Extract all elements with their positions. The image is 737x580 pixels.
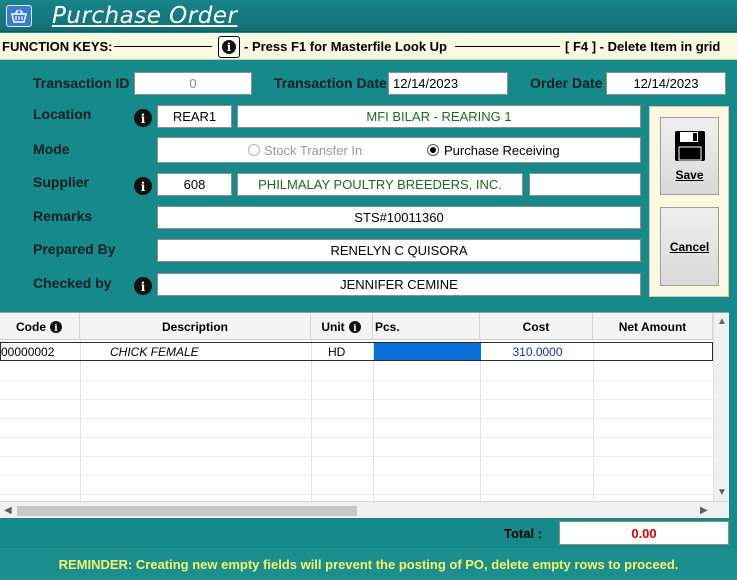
- save-button[interactable]: Save: [660, 117, 719, 195]
- info-icon: i: [50, 320, 62, 334]
- total-value: 0.00: [559, 521, 729, 545]
- cell-code[interactable]: 00000002: [1, 343, 80, 360]
- row-divider: [0, 399, 713, 400]
- column-divider: [593, 340, 594, 501]
- transaction-date-label: Transaction Date: [274, 75, 387, 91]
- column-header-cost[interactable]: Cost: [480, 313, 593, 340]
- save-label: Save: [675, 168, 704, 182]
- basket-icon: [6, 5, 32, 27]
- cell-net-amount[interactable]: [594, 343, 712, 360]
- cell-description[interactable]: CHICK FEMALE: [110, 343, 310, 360]
- title-bar: Purchase Order: [0, 0, 737, 32]
- column-header-pcs[interactable]: Pcs.: [373, 313, 480, 340]
- info-icon[interactable]: i: [218, 36, 240, 58]
- supplier-code-field[interactable]: 608: [157, 173, 232, 196]
- checked-by-label: Checked by: [33, 275, 112, 291]
- total-label: Total :: [504, 526, 543, 541]
- column-header-description[interactable]: Description: [80, 313, 311, 340]
- order-date-field[interactable]: 12/14/2023: [606, 72, 726, 95]
- svg-text:i: i: [353, 324, 357, 334]
- purchase-receiving-radio[interactable]: [427, 144, 439, 156]
- function-keys-label: FUNCTION KEYS:: [2, 39, 113, 54]
- row-divider: [0, 475, 713, 476]
- mode-group: Stock Transfer In Purchase Receiving: [157, 137, 641, 163]
- supplier-name-field: PHILMALAY POULTRY BREEDERS, INC.: [237, 173, 523, 196]
- column-header-net-amount[interactable]: Net Amount: [593, 313, 713, 340]
- info-icon: i: [348, 320, 361, 334]
- row-divider: [0, 437, 713, 438]
- svg-text:i: i: [141, 112, 146, 126]
- scroll-left-icon[interactable]: ◀: [4, 505, 12, 516]
- supplier-extra-field[interactable]: [529, 173, 641, 196]
- cell-pcs-selected[interactable]: [374, 343, 481, 360]
- supplier-label: Supplier: [33, 174, 90, 190]
- reminder-message: REMINDER: Creating new empty fields will…: [0, 548, 737, 580]
- checked-by-field[interactable]: JENNIFER CEMINE: [157, 273, 641, 296]
- transaction-id-field[interactable]: 0: [134, 72, 252, 95]
- checked-by-info-icon[interactable]: i: [134, 277, 152, 295]
- cell-unit[interactable]: HD: [328, 343, 368, 360]
- svg-text:i: i: [54, 324, 58, 334]
- order-date-label: Order Date: [530, 75, 603, 91]
- items-grid[interactable]: Code i Description Unit i Pcs. Cost Net …: [0, 312, 729, 518]
- location-info-icon[interactable]: i: [134, 109, 152, 127]
- transaction-date-field[interactable]: 12/14/2023: [388, 72, 508, 95]
- location-label: Location: [33, 106, 92, 122]
- floppy-disk-icon: [674, 131, 705, 161]
- divider: [455, 46, 560, 47]
- cancel-label: Cancel: [669, 239, 710, 254]
- horizontal-scrollbar[interactable]: ◀ ▶: [0, 501, 729, 518]
- column-header-unit[interactable]: Unit i: [311, 313, 373, 340]
- column-divider: [311, 340, 312, 501]
- row-divider: [0, 456, 713, 457]
- cell-cost[interactable]: 310.0000: [482, 343, 593, 360]
- window-title: Purchase Order: [52, 3, 238, 29]
- svg-text:i: i: [141, 180, 146, 194]
- purchase-receiving-label: Purchase Receiving: [444, 143, 560, 158]
- remarks-label: Remarks: [33, 208, 93, 224]
- supplier-info-icon[interactable]: i: [134, 177, 152, 195]
- f1-hint: - Press F1 for Masterfile Look Up: [244, 39, 447, 54]
- scroll-up-icon[interactable]: ▲: [717, 316, 727, 327]
- row-divider: [0, 380, 713, 381]
- column-header-code[interactable]: Code i: [0, 313, 80, 340]
- prepared-by-label: Prepared By: [33, 241, 116, 257]
- stock-transfer-radio[interactable]: [248, 144, 260, 156]
- svg-text:i: i: [141, 280, 146, 294]
- action-panel: Save Cancel: [649, 106, 729, 297]
- transaction-id-label: Transaction ID: [33, 75, 130, 91]
- scroll-thumb[interactable]: [17, 506, 357, 516]
- mode-label: Mode: [33, 141, 70, 157]
- scroll-down-icon[interactable]: ▼: [717, 487, 727, 498]
- cancel-button[interactable]: Cancel: [660, 207, 719, 286]
- grid-header: Code i Description Unit i Pcs. Cost Net …: [0, 313, 713, 340]
- row-divider: [0, 418, 713, 419]
- location-code-field[interactable]: REAR1: [157, 105, 232, 128]
- scroll-right-icon[interactable]: ▶: [700, 505, 708, 516]
- location-name-field: MFI BILAR - REARING 1: [237, 105, 641, 128]
- divider: [114, 46, 212, 47]
- f4-hint: [ F4 ] - Delete Item in grid: [565, 39, 721, 54]
- column-divider: [80, 340, 81, 501]
- row-divider: [0, 494, 713, 495]
- vertical-scrollbar[interactable]: ▲ ▼: [713, 313, 729, 501]
- table-row[interactable]: 00000002 CHICK FEMALE HD 310.0000: [0, 342, 713, 361]
- column-divider: [480, 340, 481, 501]
- svg-text:i: i: [227, 41, 231, 54]
- column-divider: [373, 340, 374, 501]
- function-keys-bar: FUNCTION KEYS: i - Press F1 for Masterfi…: [0, 33, 737, 60]
- prepared-by-field[interactable]: RENELYN C QUISORA: [157, 239, 641, 262]
- stock-transfer-label: Stock Transfer In: [264, 143, 363, 158]
- remarks-field[interactable]: STS#10011360: [157, 206, 641, 229]
